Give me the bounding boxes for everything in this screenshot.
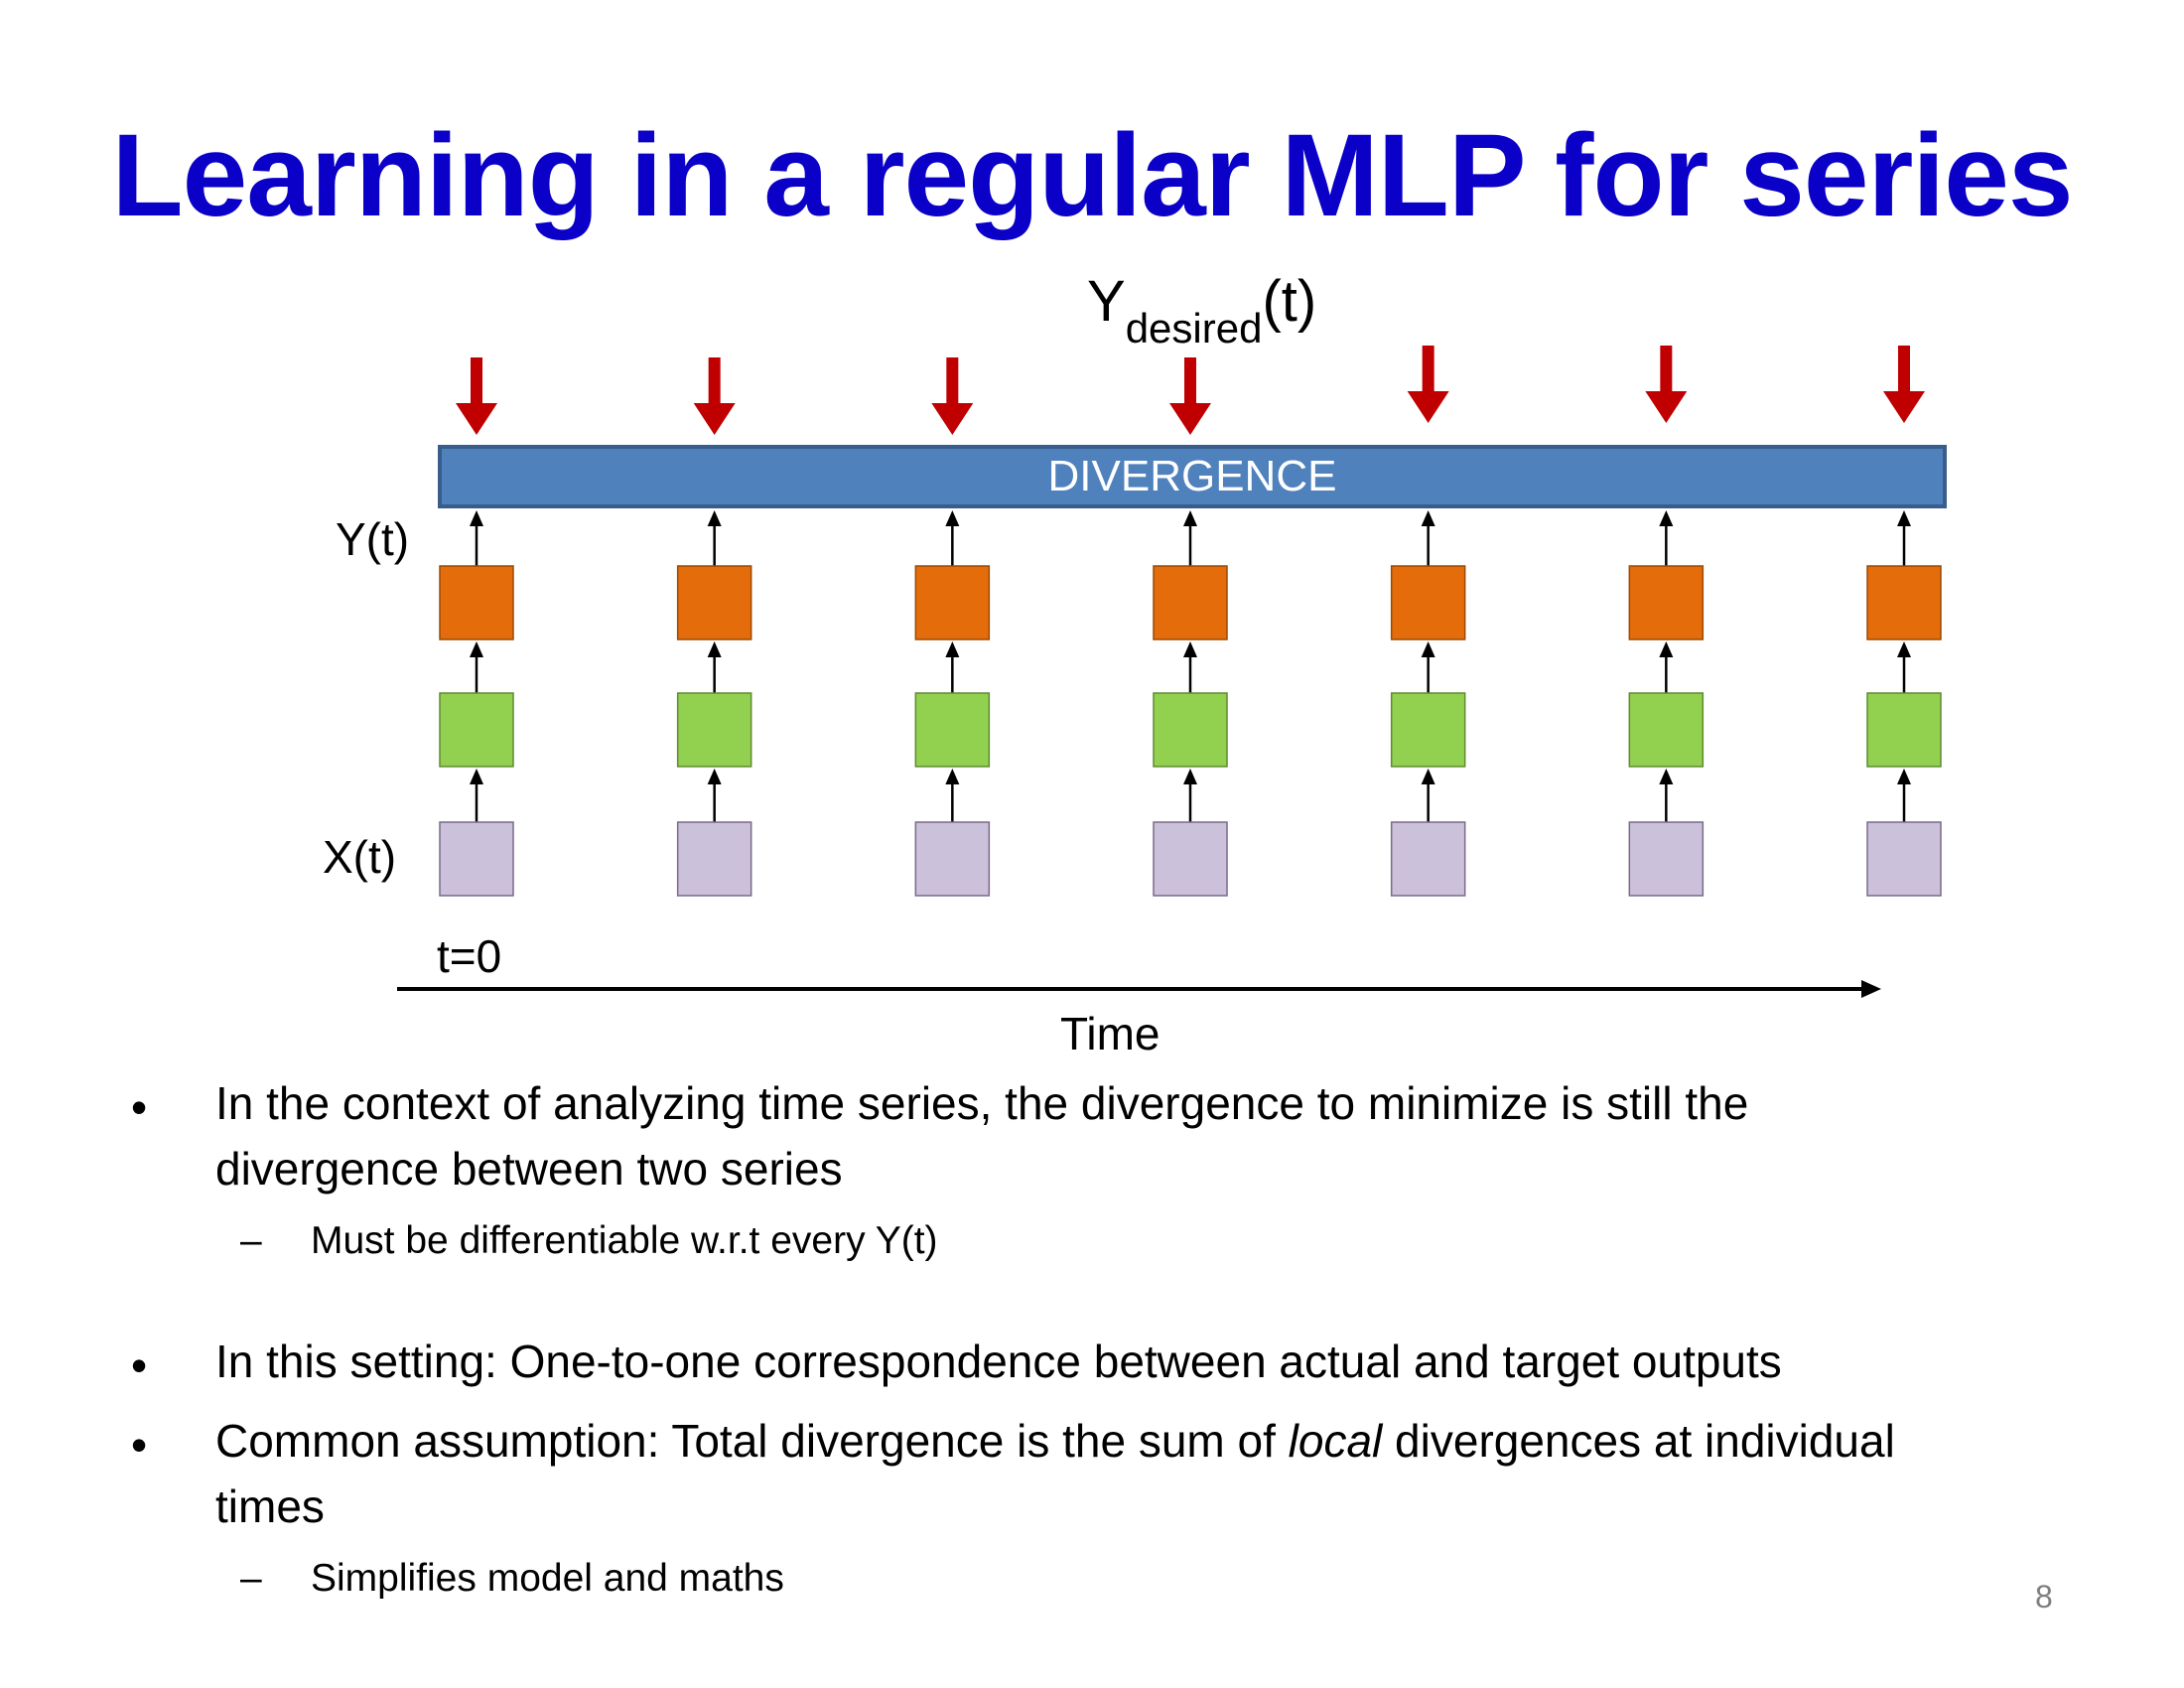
forward-arrowhead [1421, 769, 1435, 784]
target-arrow-head [1169, 403, 1211, 435]
forward-arrowhead [1183, 510, 1197, 526]
target-arrow-shaft [946, 357, 959, 405]
target-arrow-shaft [1660, 346, 1673, 393]
forward-arrowhead [707, 510, 722, 526]
time-axis-arrowhead [1861, 980, 1881, 998]
target-arrow-shaft [1422, 346, 1434, 393]
hidden-node [1390, 692, 1466, 768]
forward-arrowhead [1897, 769, 1911, 784]
forward-arrowhead [945, 769, 960, 784]
forward-arrowhead [1659, 769, 1674, 784]
target-arrow-shaft [1184, 357, 1196, 405]
target-arrow-head [1883, 391, 1925, 423]
input-node [676, 821, 752, 897]
output-node [439, 565, 514, 640]
time-axis-label: Time [1060, 1008, 1160, 1059]
forward-arrowhead [1897, 641, 1911, 657]
input-node [1866, 821, 1942, 897]
forward-arrowhead [1421, 641, 1435, 657]
hidden-node [914, 692, 991, 768]
output-node [1866, 565, 1942, 640]
input-node [914, 821, 991, 897]
divergence-box: DIVERGENCE [438, 445, 1947, 508]
forward-arrowhead [470, 641, 483, 657]
hidden-node [676, 692, 752, 768]
output-node [1628, 565, 1705, 640]
page-number: 8 [2035, 1579, 2053, 1615]
forward-arrowhead [470, 769, 483, 784]
forward-arrowhead [1183, 769, 1197, 784]
forward-arrowhead [707, 769, 722, 784]
output-node [914, 565, 991, 640]
target-arrow-shaft [1898, 346, 1910, 393]
target-arrow-head [1407, 391, 1449, 423]
hidden-node [1153, 692, 1228, 768]
forward-arrowhead [1183, 641, 1197, 657]
output-node [1390, 565, 1466, 640]
target-arrow-head [693, 403, 736, 435]
target-arrow-head [931, 403, 974, 435]
output-node [1153, 565, 1228, 640]
output-node [676, 565, 752, 640]
x-input-label: X(t) [323, 831, 397, 883]
target-arrow-shaft [708, 357, 721, 405]
input-node [439, 821, 514, 897]
forward-arrowhead [945, 641, 960, 657]
hidden-node [1866, 692, 1942, 768]
forward-arrowhead [707, 641, 722, 657]
input-node [1628, 821, 1705, 897]
forward-arrowhead [1897, 510, 1911, 526]
target-arrow-head [456, 403, 497, 435]
t0-label: t=0 [437, 930, 502, 982]
hidden-node [439, 692, 514, 768]
forward-arrowhead [1659, 510, 1674, 526]
target-arrow-shaft [471, 357, 482, 405]
target-arrow-head [1645, 391, 1688, 423]
input-node [1153, 821, 1228, 897]
y-output-label: Y(t) [336, 513, 410, 565]
input-node [1390, 821, 1466, 897]
forward-arrowhead [1659, 641, 1674, 657]
forward-arrowhead [470, 510, 483, 526]
forward-arrowhead [1421, 510, 1435, 526]
hidden-node [1628, 692, 1705, 768]
forward-arrowhead [945, 510, 960, 526]
